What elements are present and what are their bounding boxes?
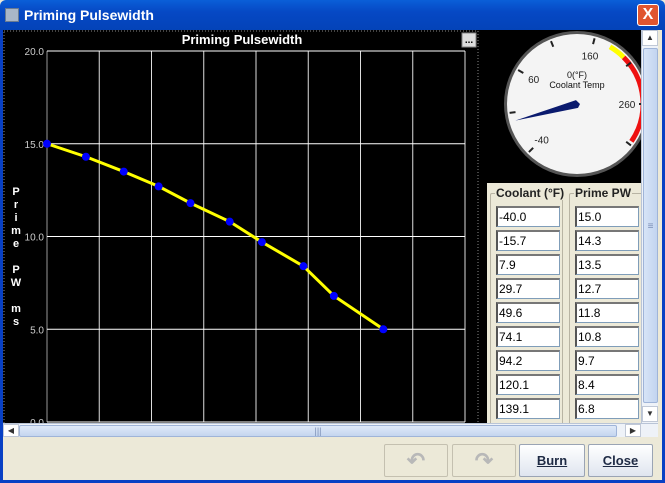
data-point[interactable]: [257, 238, 266, 247]
gauge-scale-label: 260: [619, 100, 636, 111]
prime_pw-cell[interactable]: 6.8: [575, 398, 639, 419]
y-axis-label-char: m: [11, 225, 21, 237]
data-point[interactable]: [186, 199, 195, 208]
chart-menu-button[interactable]: ...: [461, 32, 477, 48]
chart-focus-border: [3, 30, 479, 423]
coolant-cell[interactable]: 94.2: [496, 350, 560, 371]
prime_pw-cell[interactable]: 12.7: [575, 278, 639, 299]
coolant-cell[interactable]: 49.6: [496, 302, 560, 323]
chart-title: Priming Pulsewidth: [182, 32, 303, 47]
prime_pw-cell[interactable]: 9.7: [575, 350, 639, 371]
scroll-up-button[interactable]: ▲: [642, 30, 658, 46]
redo-button[interactable]: ↷: [452, 444, 516, 477]
prime_pw-cell[interactable]: 10.8: [575, 326, 639, 347]
data-point[interactable]: [154, 182, 163, 191]
vertical-scrollbar[interactable]: ▲ ≡ ▼: [641, 30, 658, 423]
coolant-column: Coolant (°F) -40.0 -15.7 7.9 29.7 49.6 74.1 94…: [490, 186, 566, 423]
y-tick-label: 20.0: [25, 47, 45, 58]
vertical-scroll-thumb[interactable]: ≡: [643, 48, 658, 403]
y-axis-label-char: s: [13, 316, 19, 328]
y-axis-label-char: P: [12, 264, 19, 276]
coolant-temp-gauge: -40 60 160 260 0(°F) Coolant Temp: [504, 31, 641, 177]
y-axis-label-char: P: [12, 186, 19, 198]
gauge-scale-label: 160: [582, 52, 599, 63]
y-axis-label-char: e: [13, 238, 19, 250]
y-axis-label-char: r: [14, 199, 19, 211]
y-tick-label: 15.0: [25, 140, 45, 151]
prime_pw-cell[interactable]: 8.4: [575, 374, 639, 395]
data-point[interactable]: [225, 217, 234, 226]
close-button[interactable]: Close: [588, 444, 653, 477]
coolant-cell[interactable]: -15.7: [496, 230, 560, 251]
horizontal-scrollbar[interactable]: ◀ ||| ▶: [3, 423, 658, 437]
undo-button[interactable]: ↶: [384, 444, 448, 477]
burn-button[interactable]: Burn: [519, 444, 585, 477]
prime-pw-column: Prime PW 15.0 14.3 13.5 12.7 11.8 10.8 9.7 8.4 6…: [569, 186, 641, 423]
prime_pw-cell[interactable]: 13.5: [575, 254, 639, 275]
prime_pw-cell[interactable]: 15.0: [575, 206, 639, 227]
coolant-header: Coolant (°F): [495, 186, 566, 200]
title-bar: Priming Pulsewidth X: [0, 0, 665, 30]
data-point[interactable]: [299, 262, 308, 271]
data-point[interactable]: [379, 325, 388, 334]
data-point[interactable]: [43, 139, 51, 148]
gauge-title: Coolant Temp: [549, 80, 604, 90]
gauge-scale-label: 60: [528, 75, 540, 86]
scroll-left-button[interactable]: ◀: [3, 424, 19, 437]
y-axis-label-char: i: [14, 212, 17, 224]
y-tick-label: 5.0: [30, 325, 44, 336]
data-point[interactable]: [81, 152, 90, 161]
prime_pw-cell[interactable]: 14.3: [575, 230, 639, 251]
coolant-cell[interactable]: 120.1: [496, 374, 560, 395]
pulsewidth-chart: Priming Pulsewidth ... 20.015.010.05.00.…: [3, 30, 479, 423]
coolant-cell[interactable]: 139.1: [496, 398, 560, 419]
y-axis-label: PrimePWms: [11, 186, 22, 328]
y-axis-label-char: W: [11, 277, 22, 289]
coolant-cell[interactable]: 7.9: [496, 254, 560, 275]
prime-pw-header: Prime PW: [574, 186, 633, 200]
window-title: Priming Pulsewidth: [24, 7, 154, 23]
y-tick-label: 10.0: [25, 233, 45, 244]
y-axis-label-char: m: [11, 303, 21, 315]
content-area: Priming Pulsewidth ... 20.015.010.05.00.…: [3, 30, 641, 423]
window-close-button[interactable]: X: [637, 4, 659, 26]
table-panel: Coolant (°F) -40.0 -15.7 7.9 29.7 49.6 74.1 94…: [487, 183, 641, 423]
coolant-cell[interactable]: 29.7: [496, 278, 560, 299]
coolant-cell[interactable]: 74.1: [496, 326, 560, 347]
horizontal-scroll-thumb[interactable]: |||: [19, 425, 617, 437]
button-bar: ↶ ↷ Burn Close: [3, 437, 658, 480]
scroll-down-button[interactable]: ▼: [642, 406, 658, 422]
gauge-tick: [509, 111, 516, 114]
coolant-cell[interactable]: -40.0: [496, 206, 560, 227]
scroll-right-button[interactable]: ▶: [625, 424, 641, 437]
data-point[interactable]: [329, 291, 338, 300]
app-icon: [5, 8, 19, 22]
svg-text:...: ...: [465, 35, 474, 46]
gauge-value-label: 0(°F): [567, 70, 587, 80]
prime_pw-cell[interactable]: 11.8: [575, 302, 639, 323]
data-point[interactable]: [119, 167, 128, 176]
gauge-scale-label: -40: [534, 135, 549, 146]
